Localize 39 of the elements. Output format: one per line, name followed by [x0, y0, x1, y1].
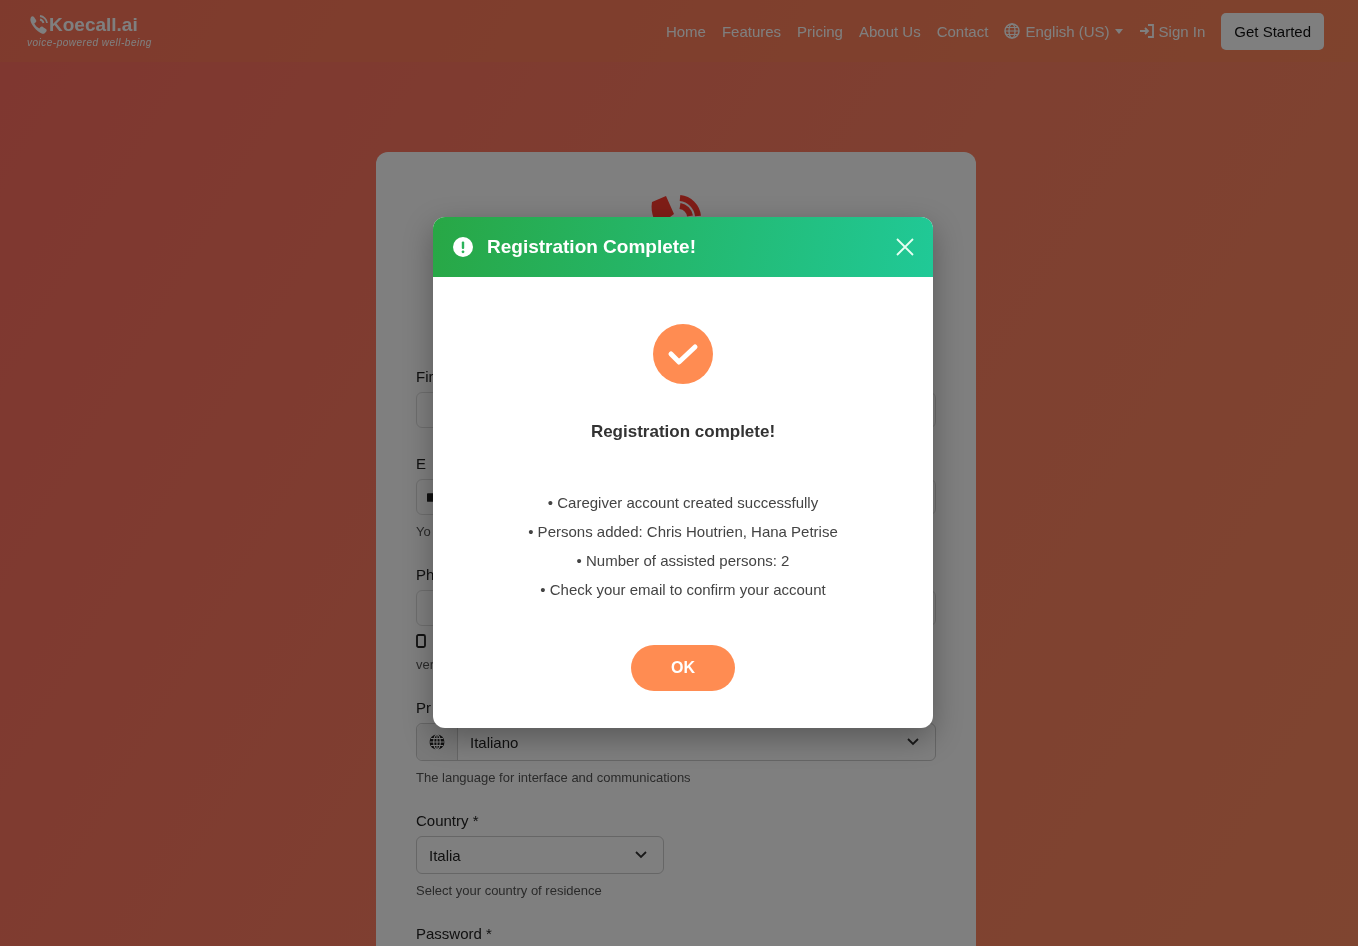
dialog-heading: Registration complete!: [590, 422, 776, 442]
close-button[interactable]: [896, 238, 914, 256]
get-started-button[interactable]: Get Started: [1221, 12, 1324, 50]
nav-link[interactable]: Home: [665, 22, 706, 40]
summary-line: • Caregiver account created successfully: [547, 493, 819, 512]
field-label: Pr: [416, 699, 431, 716]
chevron-down-icon: [635, 851, 647, 859]
field-hint: Select your country of residence: [416, 883, 602, 898]
field-label: E: [416, 455, 426, 472]
country-select[interactable]: Italia: [416, 836, 664, 874]
chevron-down-icon: [907, 738, 919, 746]
field-hint: Yo: [416, 524, 431, 539]
nav-link[interactable]: Pricing: [797, 22, 843, 40]
globe-icon: [429, 734, 445, 750]
summary-line: • Persons added: Chris Houtrien, Hana Petrise: [528, 522, 838, 541]
caret-icon: [1114, 28, 1123, 34]
phone-signal-icon: [27, 14, 49, 36]
field-label: Country *: [416, 812, 479, 829]
sign-in-icon: [1138, 23, 1155, 39]
globe-icon: [1004, 23, 1021, 39]
nav-link[interactable]: Features: [721, 22, 782, 40]
dialog-title: Registration Complete!: [487, 236, 698, 258]
sign-in-link[interactable]: Sign In: [1138, 22, 1206, 40]
nav-link[interactable]: Contact: [936, 22, 989, 40]
ok-button[interactable]: OK: [631, 645, 735, 691]
field-label: Fir: [416, 368, 434, 385]
summary-line: • Number of assisted persons: 2: [576, 551, 790, 570]
field-label: Password *: [416, 925, 492, 942]
mobile-phone-icon: [416, 634, 426, 648]
checkmark-circle-icon: [653, 324, 713, 384]
tagline: voice-powered well-being: [27, 37, 152, 48]
field-hint: ver: [416, 657, 435, 672]
exclamation-circle-icon: [453, 237, 473, 257]
nav-link[interactable]: About Us: [858, 22, 921, 40]
field-label: Ph: [416, 566, 435, 583]
brand-name[interactable]: Koecall.ai: [49, 14, 138, 36]
field-hint: The language for interface and communications: [416, 770, 691, 785]
language-dropdown[interactable]: English (US): [1004, 22, 1123, 40]
summary-line: • Check your email to confirm your account: [540, 580, 826, 599]
